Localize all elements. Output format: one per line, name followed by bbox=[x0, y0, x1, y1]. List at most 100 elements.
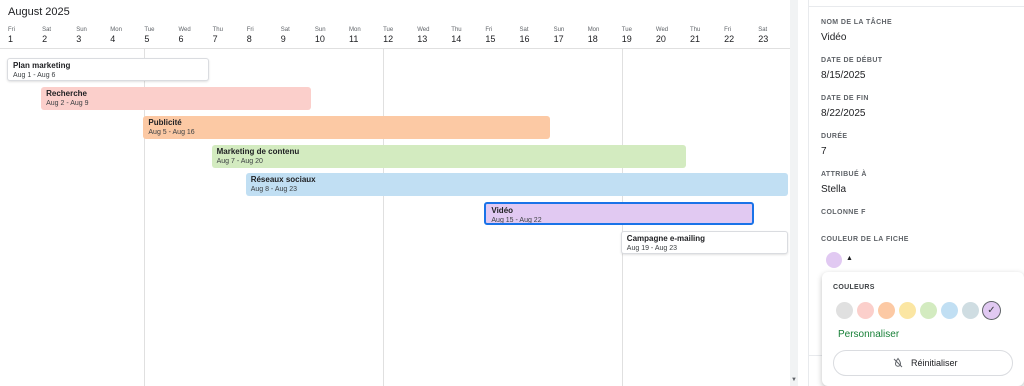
day-number: 17 bbox=[553, 34, 564, 44]
color-swatch[interactable] bbox=[899, 302, 916, 319]
task-bar[interactable]: Vidéo Aug 15 - Aug 22 bbox=[484, 202, 755, 225]
day-header: Fri 1 bbox=[8, 26, 42, 45]
task-bar[interactable]: Publicité Aug 5 - Aug 16 bbox=[143, 116, 550, 139]
day-of-week: Fri bbox=[485, 27, 493, 33]
day-number: 19 bbox=[621, 34, 632, 44]
scroll-down-icon[interactable]: ▼ bbox=[790, 376, 798, 384]
task-name: Marketing de contenu bbox=[216, 147, 300, 156]
check-icon: ✓ bbox=[987, 305, 996, 316]
field-value[interactable]: Vidéo bbox=[821, 32, 846, 43]
day-number: 21 bbox=[690, 34, 701, 44]
day-header: Thu 14 bbox=[451, 26, 485, 45]
week-gridline bbox=[382, 48, 384, 386]
color-swatch[interactable]: ✓ bbox=[983, 302, 1000, 319]
field-label: DURÉE bbox=[821, 133, 848, 140]
day-header: Tue 5 bbox=[144, 26, 178, 45]
caret-down-icon: ▲ bbox=[846, 255, 853, 262]
field-label: NOM DE LA TÂCHE bbox=[821, 19, 893, 26]
task-bar[interactable]: Marketing de contenu Aug 7 - Aug 20 bbox=[211, 145, 686, 168]
task-dates: Aug 1 - Aug 6 bbox=[13, 72, 56, 79]
task-bar[interactable]: Campagne e-mailing Aug 19 - Aug 23 bbox=[620, 231, 789, 254]
reset-label: Réinitialiser bbox=[911, 358, 958, 368]
day-header: Sat 9 bbox=[281, 26, 315, 45]
field-label: ATTRIBUÉ À bbox=[821, 171, 867, 178]
day-of-week: Sun bbox=[314, 27, 326, 33]
task-bar[interactable]: Recherche Aug 2 - Aug 9 bbox=[41, 87, 311, 110]
task-name: Recherche bbox=[46, 89, 88, 98]
day-of-week: Thu bbox=[451, 27, 462, 33]
colors-title: COULEURS bbox=[833, 284, 875, 291]
day-header: Sat 16 bbox=[520, 26, 554, 45]
task-name: Plan marketing bbox=[13, 61, 71, 70]
day-number: 15 bbox=[485, 34, 496, 44]
day-number: 2 bbox=[42, 34, 48, 44]
day-number: 9 bbox=[280, 34, 286, 44]
color-swatch[interactable] bbox=[857, 302, 874, 319]
day-number: 14 bbox=[451, 34, 462, 44]
task-bar[interactable]: Plan marketing Aug 1 - Aug 6 bbox=[7, 58, 209, 81]
day-header: Wed 20 bbox=[656, 26, 690, 45]
card-color-label: COULEUR DE LA FICHE bbox=[821, 236, 909, 243]
color-swatch[interactable] bbox=[941, 302, 958, 319]
day-of-week: Sat bbox=[758, 27, 768, 33]
task-bar[interactable]: Réseaux sociaux Aug 8 - Aug 23 bbox=[245, 173, 789, 196]
day-of-week: Mon bbox=[587, 27, 600, 33]
panel-top-divider bbox=[809, 6, 1024, 7]
field-label: DATE DE FIN bbox=[821, 95, 869, 102]
format-color-reset-icon bbox=[893, 357, 903, 368]
day-header: Mon 11 bbox=[349, 26, 383, 45]
task-name: Vidéo bbox=[491, 206, 514, 215]
card-color-button[interactable]: ▲ bbox=[823, 250, 857, 270]
day-of-week: Tue bbox=[144, 27, 155, 33]
reset-color-button[interactable]: Réinitialiser bbox=[833, 350, 1013, 376]
day-header: Wed 6 bbox=[179, 26, 213, 45]
day-of-week: Tue bbox=[621, 27, 632, 33]
day-header: Tue 12 bbox=[383, 26, 417, 45]
field-value[interactable]: 7 bbox=[821, 146, 827, 157]
day-of-week: Sat bbox=[42, 27, 52, 33]
day-number: 1 bbox=[8, 34, 14, 44]
field-value[interactable]: Stella bbox=[821, 184, 846, 195]
task-dates: Aug 19 - Aug 23 bbox=[626, 245, 678, 252]
customize-link[interactable]: Personnaliser bbox=[838, 329, 899, 340]
day-header: Thu 7 bbox=[213, 26, 247, 45]
field-value[interactable]: 8/22/2025 bbox=[821, 108, 866, 119]
day-header: Thu 21 bbox=[690, 26, 724, 45]
day-number: 7 bbox=[212, 34, 218, 44]
day-of-week: Sat bbox=[519, 27, 529, 33]
day-number: 12 bbox=[383, 34, 394, 44]
color-swatch[interactable] bbox=[878, 302, 895, 319]
current-color-swatch bbox=[826, 252, 842, 268]
color-swatch[interactable] bbox=[836, 302, 853, 319]
day-of-week: Thu bbox=[690, 27, 701, 33]
day-number: 16 bbox=[519, 34, 530, 44]
day-number: 18 bbox=[587, 34, 598, 44]
day-of-week: Sat bbox=[280, 27, 290, 33]
field-label: DATE DE DÉBUT bbox=[821, 57, 883, 64]
day-header: Sun 3 bbox=[76, 26, 110, 45]
day-of-week: Tue bbox=[383, 27, 394, 33]
day-header: Tue 19 bbox=[622, 26, 656, 45]
day-header: Sun 10 bbox=[315, 26, 349, 45]
day-header: Sat 2 bbox=[42, 26, 76, 45]
day-header: Fri 22 bbox=[724, 26, 758, 45]
day-header: Fri 8 bbox=[247, 26, 281, 45]
color-swatch[interactable] bbox=[962, 302, 979, 319]
day-of-week: Fri bbox=[246, 27, 254, 33]
day-header: Wed 13 bbox=[417, 26, 451, 45]
day-of-week: Mon bbox=[349, 27, 361, 33]
day-number: 11 bbox=[349, 34, 359, 44]
day-header: Sat 23 bbox=[758, 26, 790, 45]
color-swatch[interactable] bbox=[920, 302, 937, 319]
day-number: 23 bbox=[758, 34, 769, 44]
day-of-week: Sun bbox=[76, 27, 87, 33]
day-number: 8 bbox=[246, 34, 252, 44]
task-dates: Aug 7 - Aug 20 bbox=[216, 158, 263, 165]
day-number: 13 bbox=[417, 34, 428, 44]
vertical-scrollbar[interactable]: ▼ bbox=[790, 0, 798, 386]
day-number: 4 bbox=[110, 34, 116, 44]
field-value[interactable]: 8/15/2025 bbox=[821, 70, 866, 81]
day-number: 5 bbox=[144, 34, 150, 44]
header-divider bbox=[0, 48, 790, 49]
task-dates: Aug 15 - Aug 22 bbox=[491, 217, 542, 224]
